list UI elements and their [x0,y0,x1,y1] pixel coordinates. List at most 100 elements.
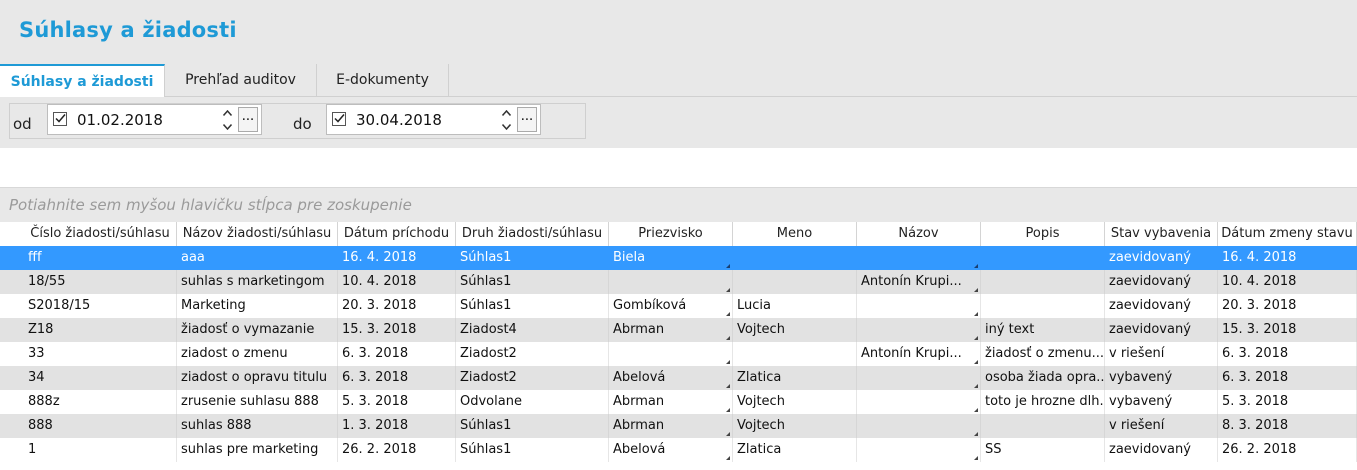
cell-datum-zmeny[interactable]: 15. 3. 2018 [1218,318,1357,342]
from-date-browse-button[interactable]: ... [238,107,258,132]
table-row[interactable]: 33 ziadost o zmenu 6. 3. 2018 Ziadost2 Anton… [0,342,1357,366]
cell-nazov[interactable] [857,318,981,342]
cell-meno[interactable]: Lucia [733,294,857,318]
cell-nazov[interactable] [857,414,981,438]
table-row[interactable]: 18/55 suhlas s marketingom 10. 4. 2018 Súhl… [0,270,1357,294]
table-row[interactable]: Z18 žiadosť o vymazanie 15. 3. 2018 Ziadost… [0,318,1357,342]
cell-priezvisko[interactable]: Abrman [609,390,733,414]
cell-cislo[interactable]: fff [24,246,177,270]
cell-cislo[interactable]: S2018/15 [24,294,177,318]
cell-stav[interactable]: v riešení [1105,342,1218,366]
spin-down-icon[interactable] [498,120,514,133]
cell-priezvisko[interactable] [609,270,733,294]
table-row[interactable]: 34 ziadost o opravu titulu 6. 3. 2018 Ziado… [0,366,1357,390]
table-row[interactable]: 1 suhlas pre marketing 26. 2. 2018 Súhlas1 A… [0,438,1357,462]
from-date-value[interactable]: 01.02.2018 [77,111,163,129]
cell-popis[interactable]: iný text [981,318,1105,342]
column-header-nazov-ziadosti[interactable]: Názov žiadosti/súhlasu [177,222,338,246]
cell-nazov-ziadosti[interactable]: žiadosť o vymazanie [177,318,338,342]
column-header-datum-zmeny[interactable]: Dátum zmeny stavu [1218,222,1357,246]
cell-stav[interactable]: vybavený [1105,366,1218,390]
cell-datum-zmeny[interactable]: 10. 4. 2018 [1218,270,1357,294]
cell-stav[interactable]: v riešení [1105,414,1218,438]
cell-datum-prichodu[interactable]: 10. 4. 2018 [338,270,456,294]
cell-stav[interactable]: vybavený [1105,390,1218,414]
cell-priezvisko[interactable]: Abelová [609,366,733,390]
cell-meno[interactable]: Vojtech [733,390,857,414]
cell-datum-zmeny[interactable]: 20. 3. 2018 [1218,294,1357,318]
cell-cislo[interactable]: Z18 [24,318,177,342]
table-row[interactable]: fff aaa 16. 4. 2018 Súhlas1 Biela zaevidovaný… [0,246,1357,270]
cell-datum-prichodu[interactable]: 20. 3. 2018 [338,294,456,318]
group-by-panel[interactable]: Potiahnite sem myšou hlavičku stĺpca pre… [0,187,1357,223]
cell-druh[interactable]: Súhlas1 [456,438,609,462]
table-row[interactable]: S2018/15 Marketing 20. 3. 2018 Súhlas1 Gombí… [0,294,1357,318]
cell-datum-prichodu[interactable]: 6. 3. 2018 [338,366,456,390]
cell-stav[interactable]: zaevidovaný [1105,246,1218,270]
cell-meno[interactable] [733,246,857,270]
table-row[interactable]: 888z zrusenie suhlasu 888 5. 3. 2018 Odvola… [0,390,1357,414]
cell-priezvisko[interactable]: Abelová [609,438,733,462]
cell-popis[interactable]: osoba žiada opra... [981,366,1105,390]
cell-popis[interactable]: SS [981,438,1105,462]
cell-datum-zmeny[interactable]: 6. 3. 2018 [1218,366,1357,390]
cell-nazov[interactable] [857,438,981,462]
cell-nazov[interactable] [857,390,981,414]
cell-cislo[interactable]: 33 [24,342,177,366]
column-header-popis[interactable]: Popis [981,222,1105,246]
cell-datum-zmeny[interactable]: 26. 2. 2018 [1218,438,1357,462]
cell-nazov[interactable] [857,294,981,318]
cell-datum-prichodu[interactable]: 6. 3. 2018 [338,342,456,366]
cell-datum-zmeny[interactable]: 5. 3. 2018 [1218,390,1357,414]
cell-stav[interactable]: zaevidovaný [1105,294,1218,318]
from-date-spinner[interactable] [219,106,235,133]
spin-down-icon[interactable] [219,120,235,133]
cell-datum-prichodu[interactable]: 26. 2. 2018 [338,438,456,462]
cell-druh[interactable]: Súhlas1 [456,270,609,294]
cell-popis[interactable] [981,294,1105,318]
cell-popis[interactable] [981,270,1105,294]
cell-stav[interactable]: zaevidovaný [1105,318,1218,342]
cell-priezvisko[interactable]: Gombíková [609,294,733,318]
cell-nazov-ziadosti[interactable]: aaa [177,246,338,270]
cell-druh[interactable]: Súhlas1 [456,246,609,270]
cell-priezvisko[interactable]: Biela [609,246,733,270]
cell-priezvisko[interactable]: Abrman [609,414,733,438]
cell-druh[interactable]: Súhlas1 [456,294,609,318]
cell-meno[interactable]: Vojtech [733,414,857,438]
column-header-cislo[interactable]: Číslo žiadosti/súhlasu [24,222,177,246]
column-header-stav[interactable]: Stav vybavenia [1105,222,1218,246]
from-date-checkbox[interactable] [53,112,67,126]
column-header-meno[interactable]: Meno [733,222,857,246]
cell-nazov-ziadosti[interactable]: ziadost o opravu titulu [177,366,338,390]
column-header-druh[interactable]: Druh žiadosti/súhlasu [456,222,609,246]
column-header-priezvisko[interactable]: Priezvisko [609,222,733,246]
column-header-nazov[interactable]: Názov [857,222,981,246]
cell-meno[interactable]: Vojtech [733,318,857,342]
cell-nazov[interactable] [857,246,981,270]
cell-popis[interactable]: toto je hrozne dlh... [981,390,1105,414]
spin-up-icon[interactable] [498,106,514,119]
cell-popis[interactable] [981,414,1105,438]
cell-stav[interactable]: zaevidovaný [1105,270,1218,294]
tab-audity[interactable]: Prehľad auditov [165,64,317,96]
cell-datum-prichodu[interactable]: 16. 4. 2018 [338,246,456,270]
cell-nazov[interactable]: Antonín Krupi... [857,270,981,294]
cell-nazov-ziadosti[interactable]: suhlas 888 [177,414,338,438]
cell-meno[interactable] [733,270,857,294]
cell-popis[interactable] [981,246,1105,270]
to-date-checkbox[interactable] [332,112,346,126]
cell-priezvisko[interactable] [609,342,733,366]
cell-popis[interactable]: žiadosť o zmenu... [981,342,1105,366]
column-header-datum-prichodu[interactable]: Dátum príchodu [338,222,456,246]
to-date-spinner[interactable] [498,106,514,133]
cell-datum-prichodu[interactable]: 5. 3. 2018 [338,390,456,414]
to-date-browse-button[interactable]: ... [517,107,537,132]
cell-datum-zmeny[interactable]: 8. 3. 2018 [1218,414,1357,438]
cell-druh[interactable]: Odvolane [456,390,609,414]
cell-cislo[interactable]: 34 [24,366,177,390]
to-date-picker[interactable]: 30.04.2018 ... [326,104,541,135]
cell-nazov-ziadosti[interactable]: suhlas s marketingom [177,270,338,294]
cell-datum-prichodu[interactable]: 1. 3. 2018 [338,414,456,438]
cell-priezvisko[interactable]: Abrman [609,318,733,342]
